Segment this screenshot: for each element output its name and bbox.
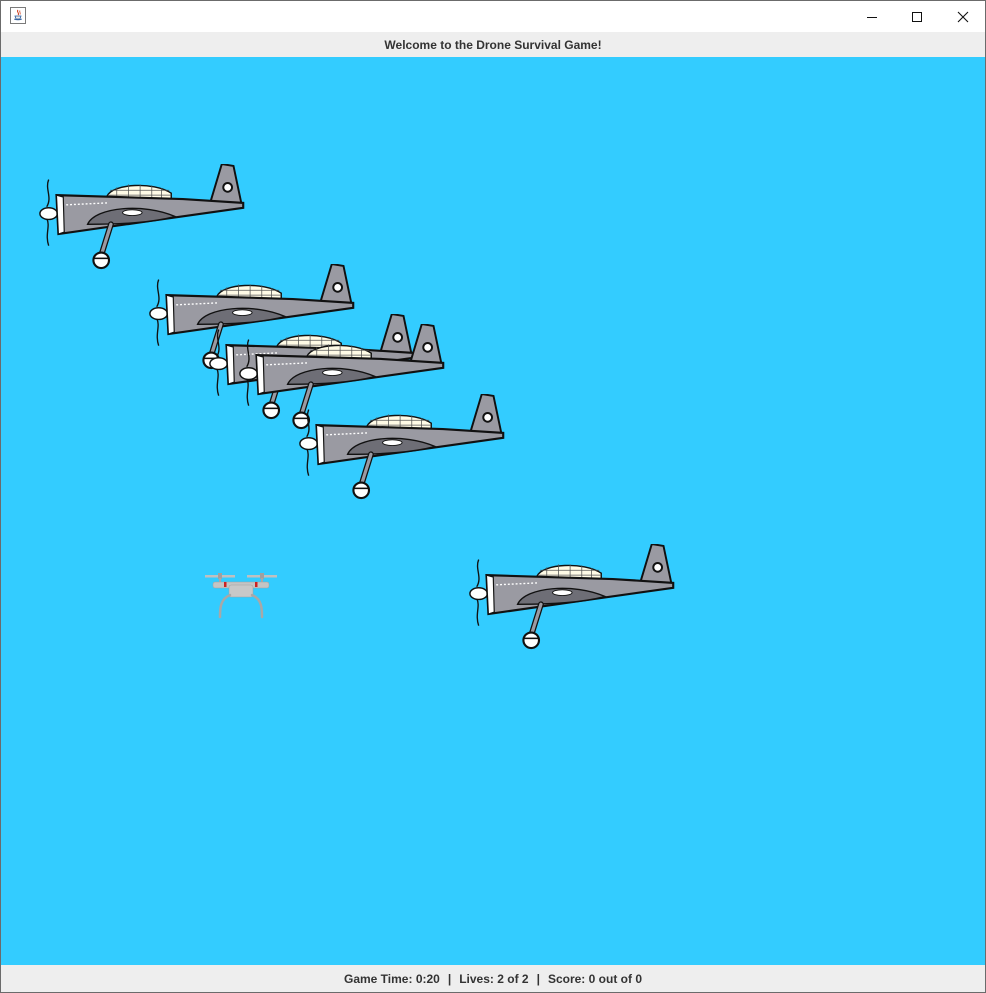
lives-value: 2 of 2 [497,971,529,986]
maximize-icon [912,11,922,22]
score-label: Score: [547,971,586,986]
welcome-text: Welcome to the Drone Survival Game! [384,37,602,52]
game-canvas[interactable] [1,57,985,965]
enemy-plane [37,164,251,271]
game-time-value: 0:20 [415,971,440,986]
welcome-banner: Welcome to the Drone Survival Game! [1,32,985,57]
close-icon [957,11,969,22]
java-app-icon [10,7,26,24]
enemy-plane [297,394,511,501]
enemy-plane [467,544,681,651]
game-time-label: Game Time: [344,971,413,986]
close-button[interactable] [940,1,985,32]
status-separator: | [447,971,452,986]
minimize-button[interactable] [849,1,895,32]
maximize-button[interactable] [894,1,940,32]
drone-icon[interactable] [204,573,278,619]
lives-label: Lives: [459,971,494,986]
title-bar[interactable] [1,1,985,32]
score-value: 0 out of 0 [588,971,642,986]
minimize-icon [867,16,877,18]
status-separator: | [536,971,540,986]
status-bar: Game Time: 0:20 | Lives: 2 of 2 | Score: 0 o… [1,965,985,992]
game-window: Welcome to the Drone Survival Game! Game… [0,0,986,993]
